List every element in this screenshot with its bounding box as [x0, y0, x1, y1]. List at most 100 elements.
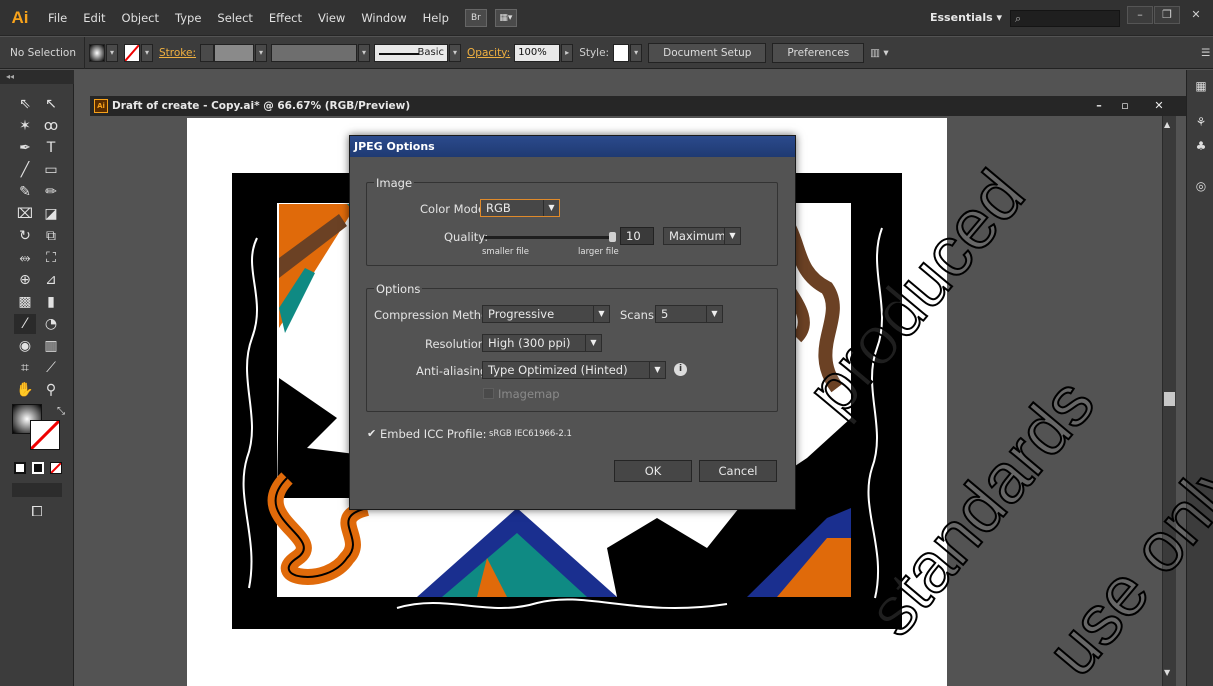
zoom-tool-icon[interactable]: ⚲	[40, 380, 62, 400]
symbol-sprayer-tool-icon[interactable]: ◉	[14, 336, 36, 356]
info-icon[interactable]: i	[674, 363, 687, 376]
line-tool-icon[interactable]: ╱	[14, 160, 36, 180]
preferences-button[interactable]: Preferences	[772, 42, 865, 63]
menu-effect[interactable]: Effect	[261, 0, 310, 36]
pencil-tool-icon[interactable]: ✏	[40, 182, 62, 202]
color-model-select[interactable]: RGB ▼	[480, 199, 560, 217]
brush-definition[interactable]: Basic	[374, 43, 449, 62]
opacity-dropdown[interactable]: ▸	[561, 43, 574, 62]
stroke-color-icon[interactable]	[29, 419, 61, 451]
menu-file[interactable]: File	[40, 0, 75, 36]
search-input[interactable]: ⌕	[1010, 10, 1120, 27]
variable-width-dropdown[interactable]: ▾	[358, 43, 371, 62]
doc-close-icon[interactable]: ✕	[1148, 98, 1170, 114]
menu-edit[interactable]: Edit	[75, 0, 113, 36]
menu-type[interactable]: Type	[167, 0, 209, 36]
paintbrush-tool-icon[interactable]: ✎	[14, 182, 36, 202]
blob-brush-tool-icon[interactable]: ⌧	[14, 204, 36, 224]
lasso-tool-icon[interactable]: ꝏ	[40, 116, 62, 136]
selection-tool-icon[interactable]: ⇖	[14, 94, 36, 114]
fill-dropdown[interactable]: ▾	[106, 43, 119, 62]
magic-wand-tool-icon[interactable]: ✶	[14, 116, 36, 136]
quality-slider[interactable]	[484, 232, 616, 242]
menu-help[interactable]: Help	[415, 0, 457, 36]
blend-tool-icon[interactable]: ◔	[40, 314, 62, 334]
perspective-grid-tool-icon[interactable]: ⊿	[40, 270, 62, 290]
stroke-dropdown[interactable]: ▾	[141, 43, 154, 62]
artboard-tool-icon[interactable]: ⌗	[14, 358, 36, 378]
stroke-weight-input[interactable]	[214, 43, 255, 62]
swap-fill-stroke-icon[interactable]: ⤡	[50, 402, 72, 422]
variable-width-profile[interactable]	[271, 43, 358, 62]
free-transform-tool-icon[interactable]: ⛶	[40, 248, 62, 268]
ok-button[interactable]: OK	[614, 460, 692, 482]
hand-tool-icon[interactable]: ✋	[14, 380, 36, 400]
vertical-scrollbar[interactable]: ▲ ▼	[1162, 116, 1176, 686]
scroll-up-icon[interactable]: ▲	[1164, 120, 1170, 129]
eyedropper-tool-icon[interactable]: ⁄	[14, 314, 36, 334]
scroll-down-icon[interactable]: ▼	[1164, 668, 1170, 677]
direct-selection-tool-icon[interactable]: ↖	[40, 94, 62, 114]
document-setup-button[interactable]: Document Setup	[648, 42, 767, 63]
compression-method-select[interactable]: Progressive ▼	[482, 305, 610, 323]
width-tool-icon[interactable]: ⥈	[14, 248, 36, 268]
rectangle-tool-icon[interactable]: ▭	[40, 160, 62, 180]
minimize-icon[interactable]: –	[1127, 6, 1153, 24]
arrange-documents-icon[interactable]: ▦▾	[494, 8, 517, 27]
none-mode-icon[interactable]	[50, 462, 62, 474]
type-tool-icon[interactable]: T	[40, 138, 62, 158]
graphic-style-dropdown[interactable]: ▾	[630, 43, 643, 62]
workspace-switcher[interactable]: Essentials ▾	[930, 0, 1002, 36]
stroke-label[interactable]: Stroke:	[159, 47, 196, 59]
mesh-tool-icon[interactable]: ▩	[14, 292, 36, 312]
eraser-tool-icon[interactable]: ◪	[40, 204, 62, 224]
doc-maximize-icon[interactable]: ▫	[1114, 98, 1136, 114]
resolution-select[interactable]: High (300 ppi) ▼	[482, 334, 602, 352]
fill-swatch[interactable]	[89, 43, 106, 62]
opacity-label[interactable]: Opacity:	[467, 47, 510, 59]
menu-object[interactable]: Object	[114, 0, 167, 36]
gradient-mode-icon[interactable]	[32, 462, 44, 474]
gradient-tool-icon[interactable]: ▮	[40, 292, 62, 312]
quality-preset-select[interactable]: Maximum ▼	[663, 227, 741, 245]
cancel-button[interactable]: Cancel	[699, 460, 777, 482]
stroke-panel-icon[interactable]: ◎	[1193, 178, 1209, 194]
stroke-weight-stepper[interactable]	[200, 43, 215, 62]
menu-view[interactable]: View	[310, 0, 353, 36]
color-panel-icon[interactable]: ▦	[1193, 78, 1209, 94]
embed-icc-checkbox[interactable]: ✔	[367, 427, 376, 440]
screen-mode-icon[interactable]: ⧠	[26, 502, 48, 522]
color-mode-icon[interactable]	[14, 462, 26, 474]
scale-tool-icon[interactable]: ⧉	[40, 226, 62, 246]
quality-input[interactable]: 10	[620, 227, 654, 245]
brush-dropdown[interactable]: ▾	[449, 43, 462, 62]
menu-window[interactable]: Window	[353, 0, 414, 36]
restore-icon[interactable]: ❐	[1154, 6, 1180, 24]
doc-minimize-icon[interactable]: –	[1088, 98, 1110, 114]
panel-menu-icon[interactable]: ☰	[1201, 47, 1210, 59]
scans-select[interactable]: 5 ▼	[655, 305, 723, 323]
scrollbar-thumb[interactable]	[1164, 392, 1175, 406]
align-icon[interactable]: ▥ ▾	[870, 47, 889, 59]
rotate-tool-icon[interactable]: ↻	[14, 226, 36, 246]
quality-slider-handle[interactable]	[609, 232, 616, 242]
close-icon[interactable]: ✕	[1183, 6, 1209, 24]
symbols-panel-icon[interactable]: ♣	[1193, 138, 1209, 154]
bridge-icon[interactable]: Br	[464, 8, 487, 27]
opacity-input[interactable]: 100%	[514, 43, 561, 62]
shape-builder-tool-icon[interactable]: ⊕	[14, 270, 36, 290]
menu-select[interactable]: Select	[209, 0, 260, 36]
anti-aliasing-select[interactable]: Type Optimized (Hinted) ▼	[482, 361, 666, 379]
column-graph-tool-icon[interactable]: ▥	[40, 336, 62, 356]
drawing-modes-icon[interactable]	[12, 483, 62, 497]
selection-status: No Selection	[0, 36, 86, 69]
slice-tool-icon[interactable]: ⟋	[40, 358, 62, 378]
brushes-panel-icon[interactable]: ⚘	[1193, 114, 1209, 130]
pen-tool-icon[interactable]: ✒	[14, 138, 36, 158]
graphic-style-swatch[interactable]	[613, 43, 630, 62]
stroke-weight-dropdown[interactable]: ▾	[255, 43, 268, 62]
imagemap-checkbox[interactable]	[483, 388, 494, 399]
document-tab[interactable]: Ai Draft of create - Copy.ai* @ 66.67% (…	[90, 96, 1186, 116]
toolbar-grip[interactable]: ◂◂	[0, 70, 74, 84]
stroke-swatch[interactable]	[124, 43, 141, 62]
